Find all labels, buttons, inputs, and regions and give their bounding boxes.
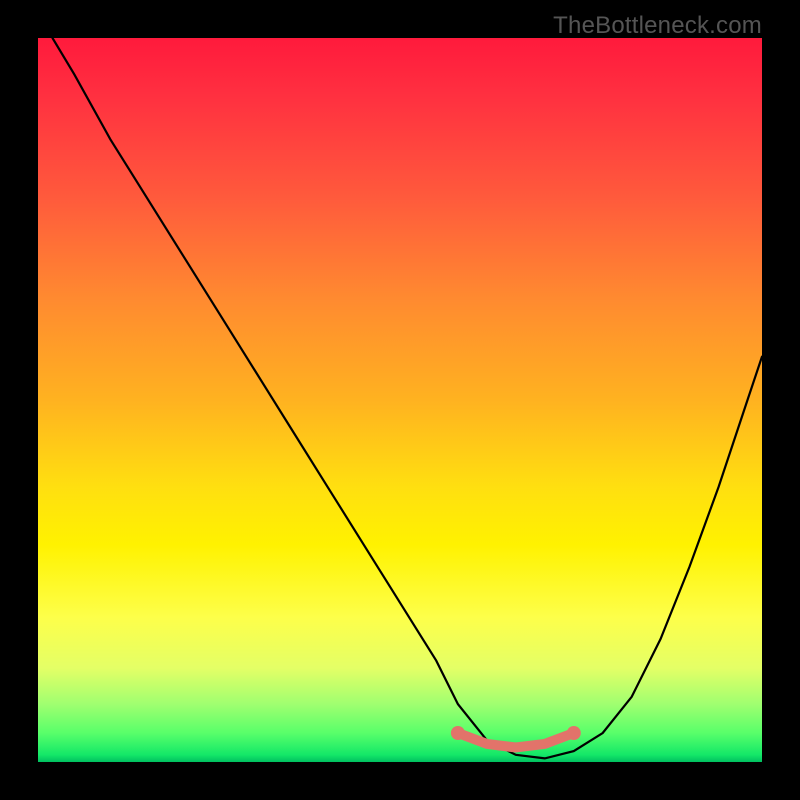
plot-area	[38, 38, 762, 762]
watermark-text: TheBottleneck.com	[553, 12, 762, 40]
highlight-dot-right	[567, 726, 581, 740]
chart-svg	[38, 38, 762, 762]
highlight-curve	[458, 733, 574, 748]
main-curve	[53, 38, 763, 758]
highlight-dot-left	[451, 726, 465, 740]
chart-container: TheBottleneck.com	[0, 0, 800, 800]
